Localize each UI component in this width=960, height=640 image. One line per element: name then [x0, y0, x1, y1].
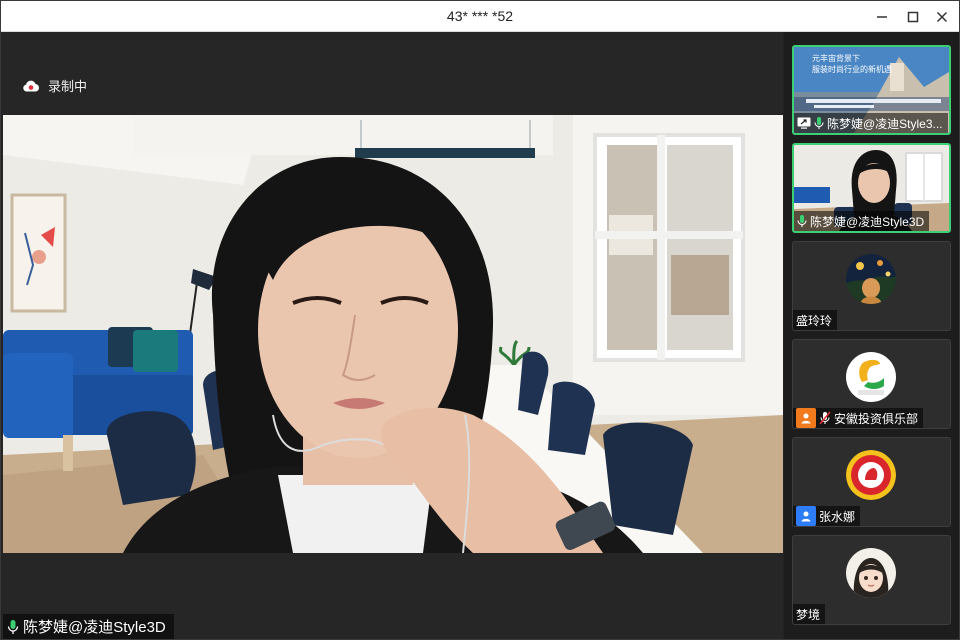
participant-tile-avatar[interactable]: 盛玲玲 [792, 241, 951, 331]
avatar [846, 548, 896, 598]
cloud-recording-icon [23, 80, 40, 91]
maximize-button[interactable] [898, 1, 928, 32]
participant-nametag: 安徽投资俱乐部 [793, 408, 924, 428]
participant-tile-screen-share[interactable]: 元丰宙背景下 服装时尚行业的新机遇 陈梦婕@凌迪Style3... [792, 45, 951, 135]
participant-name: 梦境 [796, 607, 821, 622]
participant-nametag: 张水娜 [793, 506, 861, 526]
user-badge-icon [796, 506, 816, 526]
avatar [846, 352, 896, 402]
main-speaker-nametag: 陈梦婕@凌迪Style3D [3, 614, 174, 639]
participant-name: 安徽投资俱乐部 [834, 411, 919, 426]
speaker-video-frame [3, 115, 783, 553]
share-thumb-line2: 服装时尚行业的新机遇 [812, 64, 892, 74]
user-badge-icon [796, 408, 816, 428]
participant-nametag: 陈梦婕@凌迪Style3... [794, 113, 948, 133]
main-video-area[interactable]: 录制中 陈梦婕@凌迪Style3D [2, 32, 783, 639]
meeting-window: 43* *** *52 录制中 陈梦婕@凌迪Style3D 元丰宙背景下 服装时… [0, 0, 960, 640]
recording-label: 录制中 [48, 79, 88, 94]
close-icon [936, 11, 948, 22]
participant-tile-avatar[interactable]: 梦境 [792, 535, 951, 625]
mic-muted-icon [819, 411, 831, 425]
participant-nametag: 盛玲玲 [793, 310, 838, 330]
window-title: 43* *** *52 [446, 8, 514, 24]
avatar [846, 450, 896, 500]
participant-nametag: 梦境 [793, 604, 826, 624]
share-thumb-line1: 元丰宙背景下 [812, 53, 860, 63]
participant-sidebar[interactable]: 元丰宙背景下 服装时尚行业的新机遇 陈梦婕@凌迪Style3... 陈梦婕@凌迪… [784, 32, 959, 639]
minimize-button[interactable] [867, 1, 897, 32]
participant-name: 盛玲玲 [796, 313, 833, 328]
participant-name: 陈梦婕@凌迪Style3D [810, 214, 925, 229]
participant-tile-avatar[interactable]: 安徽投资俱乐部 [792, 339, 951, 429]
avatar [846, 254, 896, 304]
mic-icon [7, 619, 19, 635]
mic-icon [797, 214, 807, 228]
minimize-icon [877, 15, 887, 18]
screen-share-icon [797, 117, 811, 129]
close-button[interactable] [927, 1, 957, 32]
main-speaker-video [3, 115, 783, 553]
participant-tile-avatar[interactable]: 张水娜 [792, 437, 951, 527]
title-bar: 43* *** *52 [1, 1, 959, 32]
mic-icon [814, 116, 824, 130]
participant-name: 张水娜 [819, 509, 856, 524]
participant-name: 陈梦婕@凌迪Style3... [827, 116, 943, 131]
recording-indicator[interactable]: 录制中 [22, 76, 87, 95]
maximize-icon [907, 11, 919, 22]
participant-tile-video[interactable]: 陈梦婕@凌迪Style3D [792, 143, 951, 233]
main-speaker-name: 陈梦婕@凌迪Style3D [23, 619, 166, 636]
participant-nametag: 陈梦婕@凌迪Style3D [794, 211, 930, 231]
